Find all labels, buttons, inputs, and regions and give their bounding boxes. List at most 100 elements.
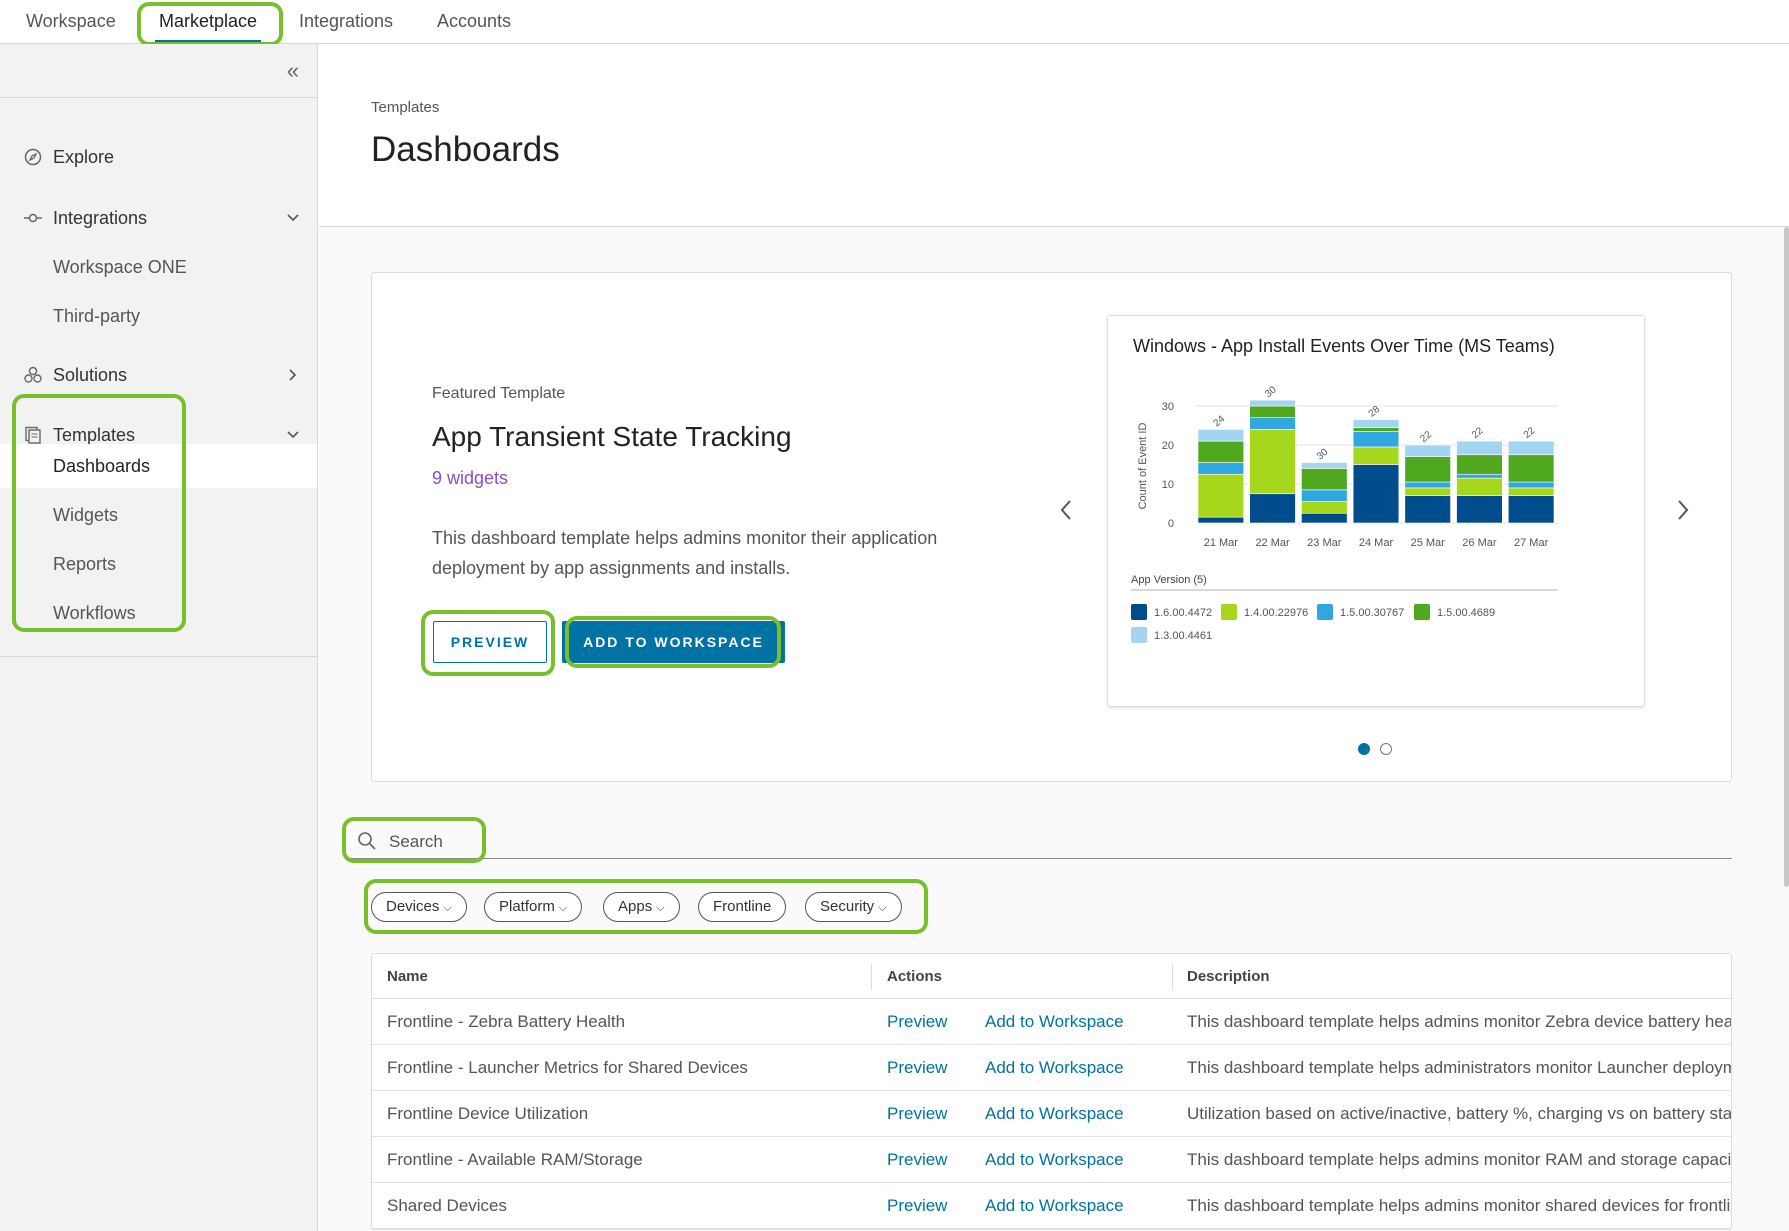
tab-accounts[interactable]: Accounts (437, 0, 511, 44)
chevron-down-icon: ⌵ (878, 902, 887, 914)
row-preview-link[interactable]: Preview (887, 1045, 967, 1091)
row-name: Frontline - Launcher Metrics for Shared … (387, 1058, 748, 1077)
x-tick-label: 22 Mar (1255, 537, 1290, 549)
templates-table: Name Actions Description Frontline - Zeb… (371, 953, 1732, 1230)
double-chevron-left-icon[interactable]: « (287, 58, 299, 84)
bar-segment (1404, 487, 1451, 496)
sidebar-item-widgets[interactable]: Widgets (0, 493, 317, 537)
sidebar-item-label: Workspace ONE (53, 257, 187, 277)
chevron-left-icon[interactable] (1057, 496, 1075, 532)
bar-segment (1301, 501, 1348, 514)
bar-segment (1301, 462, 1348, 469)
y-tick-label: 30 (1162, 401, 1174, 413)
row-add-to-workspace-link[interactable]: Add to Workspace (985, 999, 1155, 1045)
column-divider[interactable] (871, 964, 872, 990)
sidebar-item-solutions[interactable]: Solutions (0, 355, 317, 395)
filter-apps[interactable]: Apps ⌵ (603, 892, 680, 922)
row-add-to-workspace-link[interactable]: Add to Workspace (985, 1137, 1155, 1183)
bar-segment (1197, 516, 1245, 524)
bar-segment (1404, 481, 1451, 489)
plug-icon (22, 198, 44, 243)
column-header-name[interactable]: Name (387, 954, 428, 999)
bar-segment (1507, 487, 1555, 496)
row-preview-link[interactable]: Preview (887, 1137, 967, 1183)
row-description: Utilization based on active/inactive, ba… (1187, 1104, 1732, 1123)
cluster-icon (22, 355, 44, 400)
tab-integrations[interactable]: Integrations (299, 0, 393, 44)
add-to-workspace-button[interactable]: ADD TO WORKSPACE (562, 621, 785, 663)
tab-workspace[interactable]: Workspace (26, 0, 116, 44)
sidebar-item-label: Dashboards (53, 456, 151, 476)
x-tick-label: 25 Mar (1411, 537, 1446, 549)
featured-title: App Transient State Tracking (432, 421, 792, 452)
sidebar-item-label: Widgets (53, 505, 119, 525)
filter-platform[interactable]: Platform ⌵ (484, 892, 583, 922)
row-name: Frontline - Zebra Battery Health (387, 1012, 626, 1031)
y-axis-label: Count of Event ID (1137, 423, 1149, 510)
sidebar-item-workspace-one[interactable]: Workspace ONE (0, 245, 317, 289)
filter-security[interactable]: Security ⌵ (805, 892, 902, 922)
column-divider[interactable] (1172, 964, 1173, 990)
column-header-description[interactable]: Description (1187, 954, 1270, 999)
page-title: Dashboards (371, 130, 560, 169)
legend-swatch (1414, 604, 1430, 620)
row-preview-link[interactable]: Preview (887, 999, 967, 1045)
bar-segment (1301, 512, 1348, 524)
column-header-actions: Actions (887, 968, 943, 985)
scrollbar[interactable] (1784, 227, 1789, 887)
carousel-dot-2[interactable] (1380, 743, 1393, 755)
breadcrumb[interactable]: Templates (371, 99, 439, 116)
bar-segment (1352, 431, 1400, 448)
sidebar-item-label: Integrations (53, 208, 148, 228)
filter-label: Devices (386, 898, 440, 915)
table-row: Frontline - Zebra Battery Health Preview A… (372, 999, 1731, 1045)
sidebar-item-label: Workflows (53, 603, 136, 623)
legend-label: 1.6.00.4472 (1154, 607, 1212, 619)
row-preview-link[interactable]: Preview (887, 1183, 967, 1229)
chart-preview-card: Windows - App Install Events Over Time (… (1107, 315, 1645, 707)
tab-marketplace[interactable]: Marketplace (154, 0, 262, 44)
table-row: Shared Devices Preview Add to Workspace Thi… (372, 1183, 1731, 1229)
sidebar-item-dashboards[interactable]: Dashboards (0, 444, 317, 488)
row-add-to-workspace-link[interactable]: Add to Workspace (985, 1091, 1155, 1137)
row-description: This dashboard template helps admins mon… (1187, 1150, 1732, 1169)
preview-button[interactable]: PREVIEW (433, 621, 547, 663)
bar-segment (1352, 419, 1400, 428)
y-tick-label: 0 (1168, 518, 1174, 530)
bar-total-label: 30 (1263, 384, 1279, 400)
bar-total-label: 30 (1315, 447, 1331, 463)
carousel-dot-1[interactable] (1358, 743, 1370, 755)
bar-segment (1507, 454, 1555, 483)
bar-segment (1249, 493, 1296, 524)
chevron-right-icon (285, 355, 301, 399)
bar-segment (1352, 464, 1400, 524)
chevron-right-icon[interactable] (1674, 496, 1692, 532)
filter-label: Platform (499, 898, 555, 915)
row-description: This dashboard template helps admins mon… (1187, 1196, 1731, 1215)
search-input[interactable] (389, 829, 689, 855)
filter-devices[interactable]: Devices ⌵ (371, 892, 467, 922)
x-tick-label: 27 Mar (1514, 537, 1549, 549)
bar-segment (1456, 477, 1503, 496)
sidebar-item-explore[interactable]: Explore (0, 137, 317, 177)
x-tick-label: 21 Mar (1204, 537, 1239, 549)
table-header: Name Actions Description (372, 954, 1731, 999)
table-row: Frontline Device Utilization Preview Add t… (372, 1091, 1731, 1137)
sidebar: « Explore Integrations Workspace ONE Thi… (0, 44, 318, 1231)
legend-swatch (1317, 604, 1333, 620)
chevron-down-icon (285, 198, 301, 242)
row-add-to-workspace-link[interactable]: Add to Workspace (985, 1183, 1155, 1229)
stacked-bar-chart: 0 10 20 30 Count of Event ID 24 21 Mar 30 22 Mar… (1131, 384, 1558, 643)
sidebar-item-workflows[interactable]: Workflows (0, 591, 317, 635)
bar-segment (1456, 454, 1503, 475)
filter-frontline[interactable]: Frontline (698, 892, 787, 922)
sidebar-item-reports[interactable]: Reports (0, 542, 317, 586)
bar-total-label: 22 (1522, 425, 1538, 441)
row-add-to-workspace-link[interactable]: Add to Workspace (985, 1045, 1155, 1091)
sidebar-divider (0, 97, 317, 98)
sidebar-item-third-party[interactable]: Third-party (0, 294, 317, 338)
sidebar-item-integrations[interactable]: Integrations (0, 198, 317, 238)
row-preview-link[interactable]: Preview (887, 1091, 967, 1137)
bar-total-label: 22 (1470, 425, 1486, 441)
legend-label: 1.4.00.22976 (1244, 607, 1308, 619)
